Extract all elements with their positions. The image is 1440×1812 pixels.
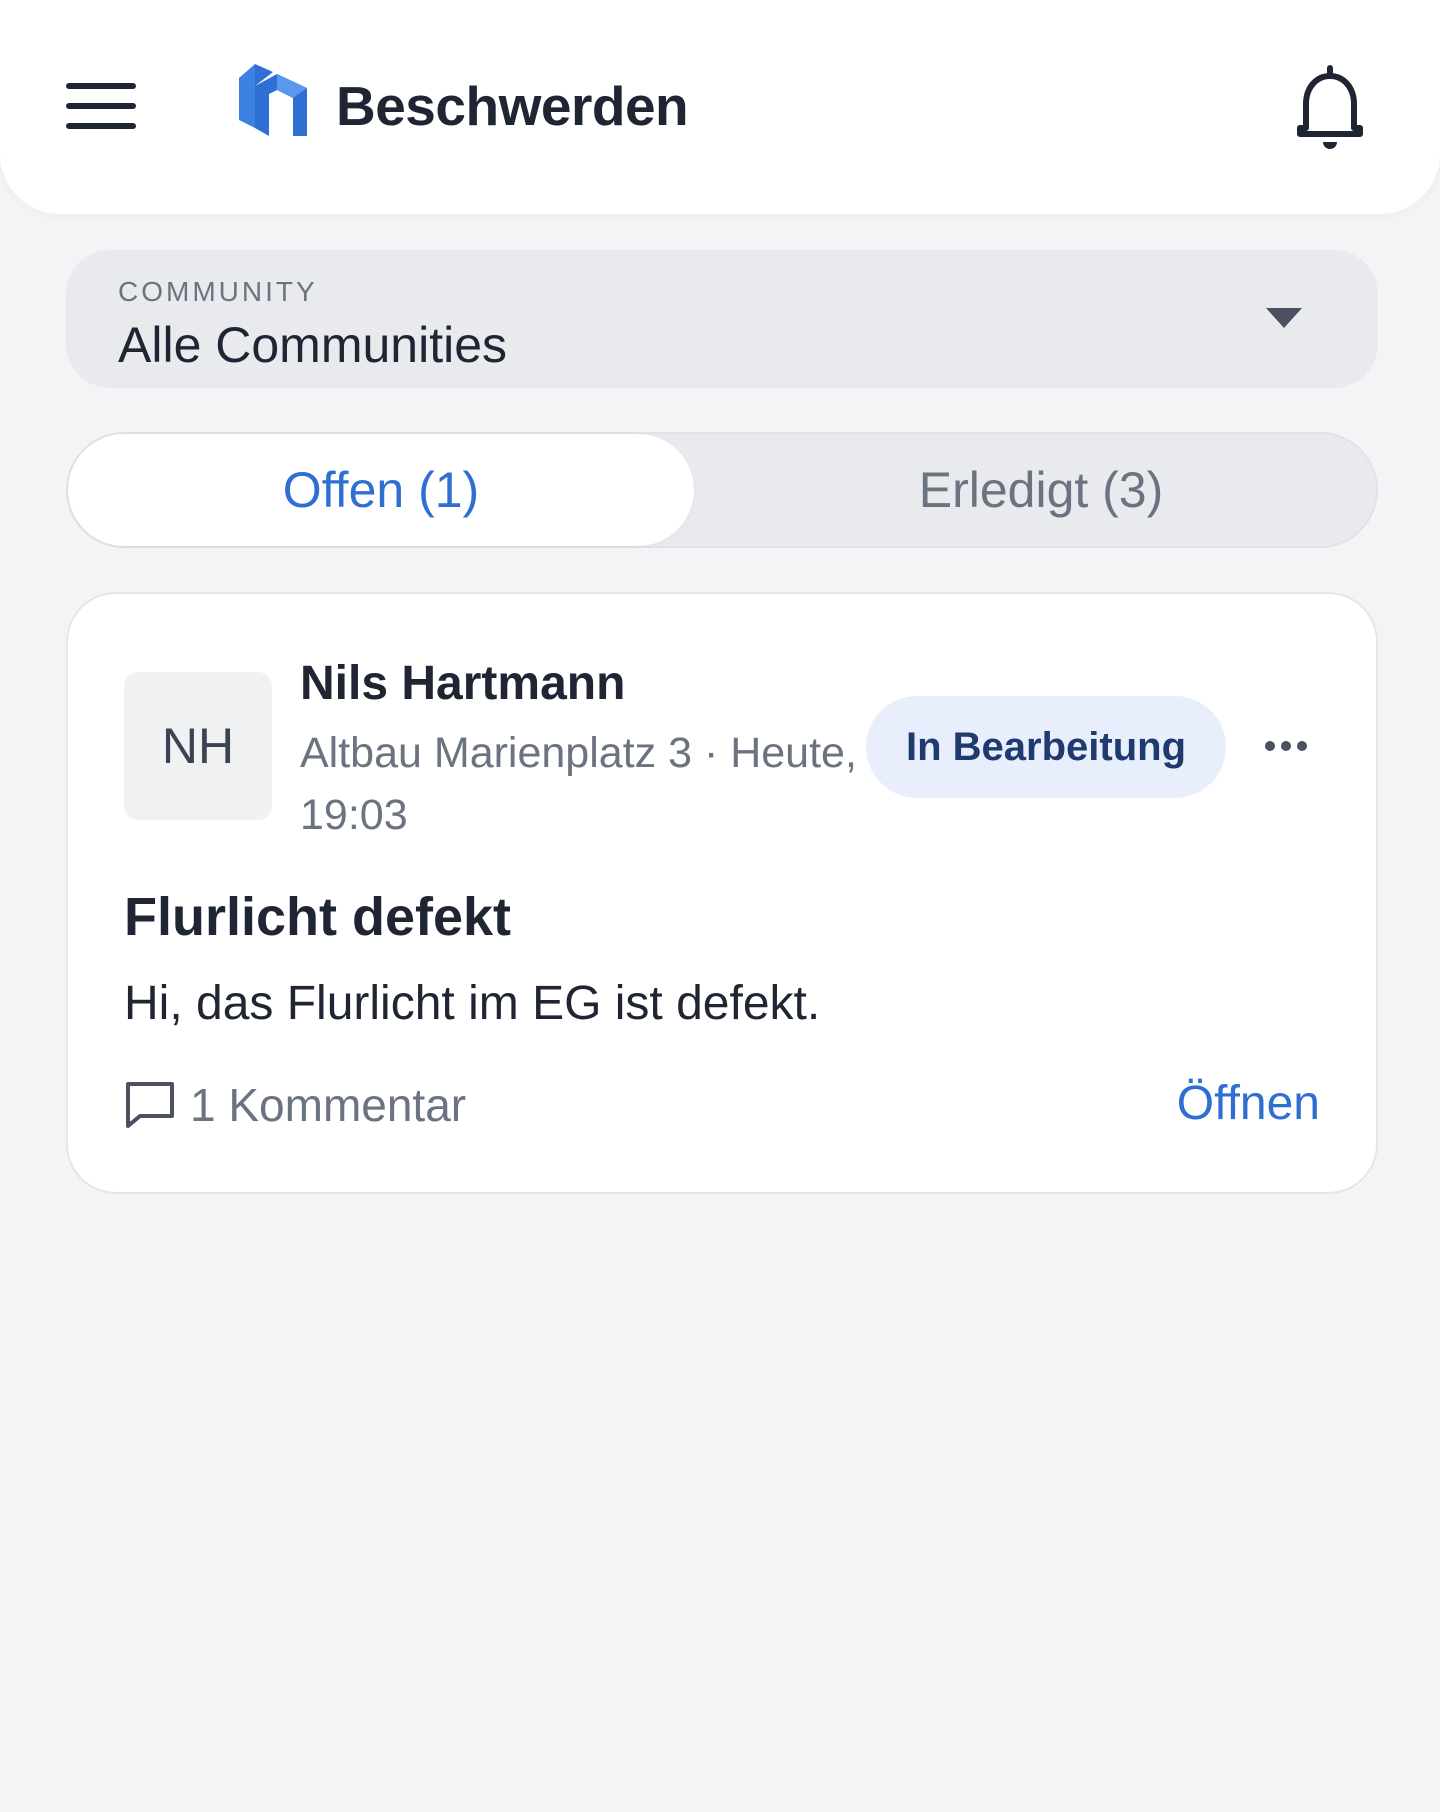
complaint-meta: Altbau Marienplatz 3 · Heute, 19:03 (300, 729, 857, 839)
community-label: COMMUNITY (118, 276, 318, 307)
app-header: Beschwerden (0, 0, 1440, 214)
house-logo (239, 64, 307, 136)
tab-erledigt[interactable]: Erledigt (3) (728, 434, 1354, 546)
hamburger-menu-icon (66, 83, 136, 89)
more-horizontal-icon (1265, 741, 1307, 751)
community-value: Alle Communities (118, 317, 508, 373)
page-title: Beschwerden (336, 75, 689, 137)
complaint-body: Hi, das Flurlicht im EG ist defekt. (124, 977, 821, 1030)
menu-button[interactable] (66, 72, 146, 140)
tab-offen[interactable]: Offen (1) (68, 434, 694, 546)
open-button[interactable]: Öffnen (1177, 1076, 1320, 1131)
status-badge: In Bearbeitung (866, 696, 1226, 798)
status-tabs: Offen (1) Erledigt (3) (66, 432, 1378, 548)
complaint-card[interactable]: NH Nils Hartmann Altbau Marienplatz 3 · … (66, 592, 1378, 1194)
author-name: Nils Hartmann (300, 657, 626, 710)
avatar: NH (124, 672, 272, 820)
comment-icon (126, 1082, 174, 1128)
community-select[interactable]: COMMUNITY Alle Communities (66, 250, 1378, 388)
bell-icon[interactable] (1290, 62, 1370, 152)
comments-count: 1 Kommentar (190, 1079, 467, 1131)
caret-down-icon (1266, 308, 1302, 328)
comments-link[interactable]: 1 Kommentar (124, 1072, 466, 1138)
more-button[interactable] (1254, 714, 1318, 778)
complaint-title: Flurlicht defekt (124, 887, 512, 947)
